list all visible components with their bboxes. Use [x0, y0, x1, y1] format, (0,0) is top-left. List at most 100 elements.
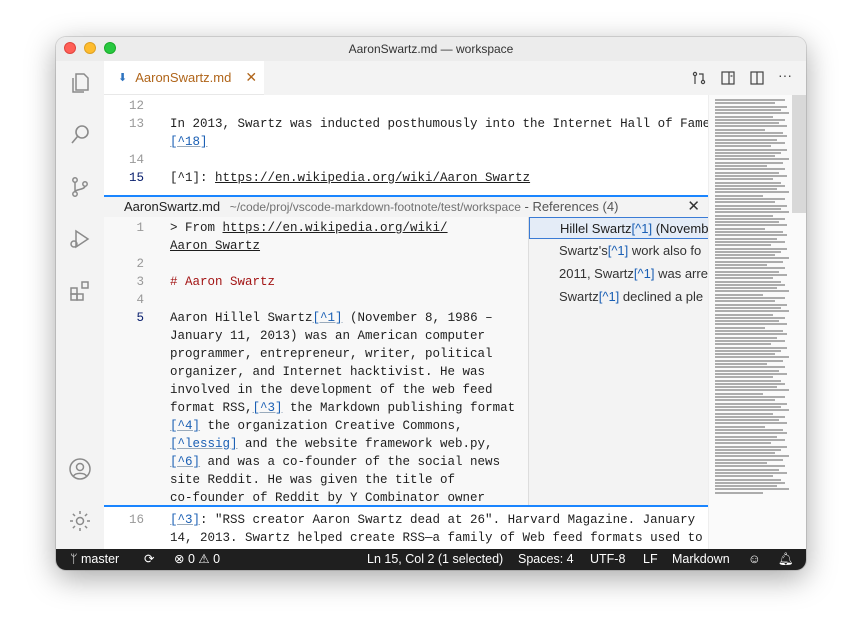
feedback-icon[interactable]: ☺: [748, 549, 761, 570]
files-icon[interactable]: [68, 71, 92, 95]
open-preview-icon[interactable]: [720, 70, 736, 86]
peek-file-path: ~/code/proj/vscode-markdown-footnote/tes…: [229, 200, 521, 214]
minimap[interactable]: [708, 95, 806, 549]
code-line[interactable]: 14: [104, 151, 708, 169]
minimap-line: [715, 379, 781, 382]
peek-file-name[interactable]: AaronSwartz.md: [124, 199, 220, 214]
code-line[interactable]: 3 # Aaron Swartz: [104, 273, 514, 291]
code-line[interactable]: organizer, and Internet hacktivist. He w…: [104, 363, 514, 381]
reference-text: [^1]: [598, 289, 620, 304]
reference-item[interactable]: 2011, Swartz[^1] was arre: [529, 263, 708, 285]
code-line[interactable]: 12: [104, 97, 708, 115]
code-line[interactable]: format RSS,[^3] the Markdown publishing …: [104, 399, 514, 417]
code-line[interactable]: involved in the development of the web f…: [104, 381, 514, 399]
reference-text: was arre: [654, 266, 708, 281]
more-actions-icon[interactable]: ···: [778, 68, 794, 86]
minimap-line: [715, 396, 785, 398]
code-line[interactable]: [^6] and was a co-founder of the social …: [104, 453, 514, 471]
scrollbar-thumb[interactable]: [792, 95, 806, 213]
reference-item[interactable]: Hillel Swartz[^1] (November: [529, 217, 708, 239]
source-control-icon[interactable]: [68, 175, 92, 199]
account-icon[interactable]: [68, 457, 92, 481]
peek-editor[interactable]: 1 > From https://en.wikipedia.org/wiki/Aa…: [104, 217, 514, 505]
open-changes-icon[interactable]: [691, 70, 707, 86]
text-span: organizer, and Internet hacktivist. He w…: [170, 365, 486, 379]
line-text: involved in the development of the web f…: [170, 381, 493, 399]
branch-indicator[interactable]: ᛘ master: [70, 549, 119, 570]
title-bar: AaronSwartz.md — workspace: [56, 37, 806, 61]
minimap-line: [715, 290, 789, 293]
peek-close-icon[interactable]: ✕: [687, 197, 700, 217]
code-line[interactable]: Aaron_Swartz: [104, 237, 514, 255]
code-line[interactable]: 15 [^1]: https://en.wikipedia.org/wiki/Aa…: [104, 169, 708, 187]
window-close-button[interactable]: [64, 42, 76, 54]
footnote-reference[interactable]: [^6]: [170, 455, 200, 469]
minimap-line: [715, 386, 777, 389]
code-line[interactable]: 5 Aaron Hillel Swartz[^1] (November 8, 19…: [104, 309, 514, 327]
minimap-line: [715, 455, 789, 458]
minimap-line: [715, 201, 775, 204]
minimap-line: [715, 211, 789, 214]
footnote-reference[interactable]: [^3]: [253, 401, 283, 415]
line-text: In 2013, Swartz was inducted posthumousl…: [170, 115, 718, 133]
settings-gear-icon[interactable]: [68, 509, 92, 533]
search-icon[interactable]: [68, 123, 92, 147]
minimap-line: [715, 366, 785, 369]
line-number: 1: [136, 221, 144, 235]
language-mode[interactable]: Markdown: [672, 549, 730, 570]
code-line[interactable]: [^lessig] and the website framework web.…: [104, 435, 514, 453]
minimap-line: [715, 343, 771, 346]
reference-text: [^1]: [607, 243, 629, 258]
minimap-line: [715, 349, 781, 352]
split-editor-icon[interactable]: [749, 70, 765, 86]
code-line[interactable]: 4: [104, 291, 514, 309]
code-line[interactable]: 14, 2013. Swartz helped create RSS—a fam…: [104, 529, 708, 547]
notifications-bell-icon[interactable]: 🔔︎: [778, 549, 794, 570]
cursor-position[interactable]: Ln 15, Col 2 (1 selected): [367, 549, 503, 570]
footnote-reference[interactable]: [^3]: [170, 513, 200, 527]
text-span: format RSS,: [170, 401, 253, 415]
minimap-line: [715, 270, 779, 273]
window-minimize-button[interactable]: [84, 42, 96, 54]
tab-close-icon[interactable]: ✕: [245, 69, 257, 86]
code-line[interactable]: [^4] the organization Creative Commons,: [104, 417, 514, 435]
minimap-line: [715, 293, 763, 296]
minimap-line: [715, 392, 763, 395]
window-maximize-button[interactable]: [104, 42, 116, 54]
error-count: 0: [187, 552, 195, 566]
end-of-line[interactable]: LF: [643, 549, 658, 570]
url-link[interactable]: https://en.wikipedia.org/wiki/Aaron_Swar…: [215, 171, 530, 185]
peek-header: AaronSwartz.md ~/code/proj/vscode-markdo…: [104, 195, 708, 217]
footnote-reference[interactable]: [^4]: [170, 419, 200, 433]
text-span: (November 8, 1986 –: [342, 311, 493, 325]
url-link[interactable]: https://en.wikipedia.org/wiki/: [223, 221, 448, 235]
code-line[interactable]: 2: [104, 255, 514, 273]
code-line[interactable]: co-founder of Reddit by Y Combinator own…: [104, 489, 514, 505]
line-number: 3: [136, 275, 144, 289]
code-line[interactable]: site Reddit. He was given the title of: [104, 471, 514, 489]
run-debug-icon[interactable]: [68, 227, 92, 251]
reference-item[interactable]: Swartz[^1] declined a ple: [529, 286, 708, 308]
line-number: 4: [136, 293, 144, 307]
tab-aaronswartz-md[interactable]: ⬇ AaronSwartz.md ✕: [104, 61, 264, 95]
sync-icon[interactable]: ⟳: [144, 549, 154, 570]
code-line[interactable]: 13 In 2013, Swartz was inducted posthumou…: [104, 115, 718, 133]
code-line[interactable]: 16 [^3]: "RSS creator Aaron Swartz dead a…: [104, 511, 708, 529]
footnote-reference[interactable]: [^lessig]: [170, 437, 238, 451]
problems-indicator[interactable]: ⊗ 0 ⚠ 0: [174, 549, 220, 570]
vscode-window: AaronSwartz.md — workspace ⬇ AaronSwartz…: [56, 37, 806, 570]
footnote-reference[interactable]: [^18]: [170, 135, 208, 149]
indentation[interactable]: Spaces: 4: [518, 549, 574, 570]
minimap-line: [715, 207, 781, 210]
code-line[interactable]: programmer, entrepreneur, writer, politi…: [104, 345, 514, 363]
code-line[interactable]: January 11, 2013) was an American comput…: [104, 327, 514, 345]
reference-item[interactable]: Swartz's[^1] work also fo: [529, 240, 708, 262]
footnote-reference[interactable]: [^1]: [313, 311, 343, 325]
minimap-line: [715, 438, 785, 441]
url-link[interactable]: Aaron_Swartz: [170, 239, 260, 253]
code-line[interactable]: 1 > From https://en.wikipedia.org/wiki/: [104, 219, 514, 237]
code-line[interactable]: [^18]: [104, 133, 708, 151]
extensions-icon[interactable]: [68, 279, 92, 303]
encoding[interactable]: UTF-8: [590, 549, 625, 570]
minimap-line: [715, 399, 775, 402]
